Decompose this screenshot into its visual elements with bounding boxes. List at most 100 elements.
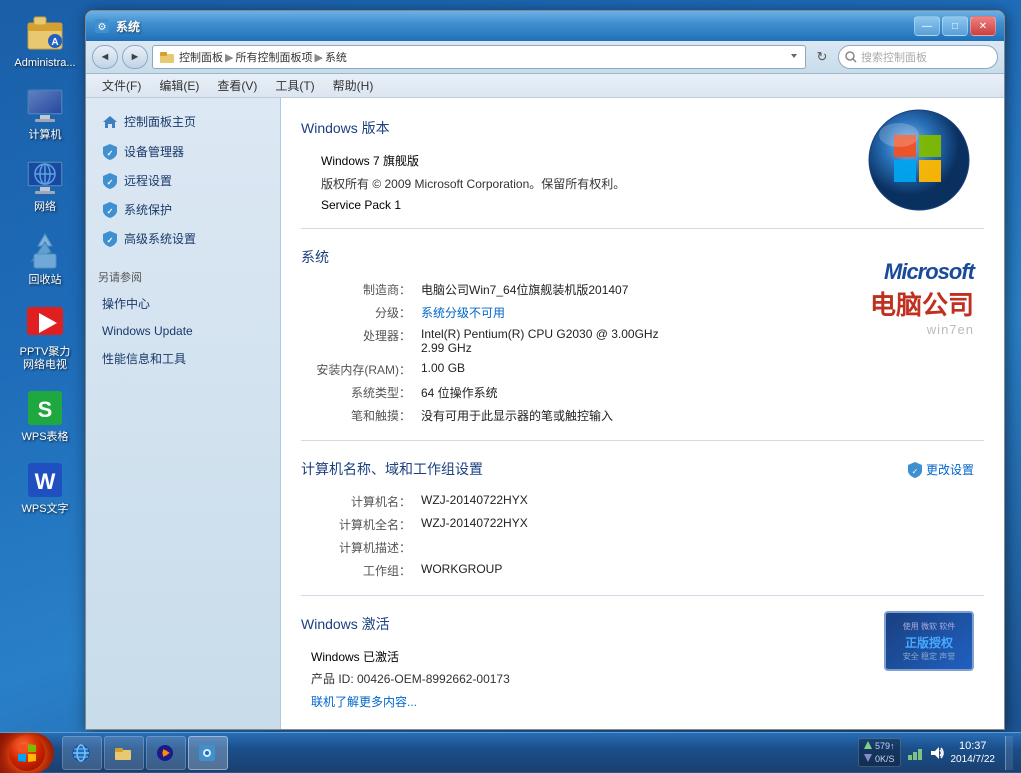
menu-file[interactable]: 文件(F)	[94, 75, 149, 96]
sidebar-home-label: 控制面板主页	[124, 113, 196, 130]
shield-icon-4: ✓	[102, 231, 118, 247]
tray-volume-icon[interactable]	[929, 745, 945, 761]
wps-table-icon: S	[25, 388, 65, 428]
desktop-icon-recycle[interactable]: 回收站	[10, 227, 80, 291]
label-workgroup: 工作组：	[311, 562, 421, 579]
ms-brand-sub2: win7en	[834, 322, 974, 337]
change-settings-shield-icon: ✓	[908, 462, 922, 478]
svg-text:A: A	[51, 37, 58, 48]
address-bar[interactable]: 控制面板 ▶ 所有控制面板项 ▶ 系统	[152, 45, 806, 69]
label-touch: 笔和触摸：	[311, 407, 421, 424]
show-desktop-button[interactable]	[1005, 736, 1013, 770]
activation-badge-area: 使用 微软 软件 正版授权 安全 稳定 声誉	[884, 611, 974, 671]
info-row-manufacturer: 制造商： 电脑公司Win7_64位旗舰装机版201407	[311, 281, 834, 298]
more-info-link[interactable]: 联机了解更多内容...	[311, 695, 417, 709]
see-also-title: 另请参阅	[86, 265, 280, 289]
taskbar-media-button[interactable]	[146, 736, 186, 770]
change-settings-link[interactable]: ✓ 更改设置	[908, 461, 974, 478]
desktop-icon-network[interactable]: 网络	[10, 154, 80, 218]
computer-icon	[25, 86, 65, 126]
address-bar-path: 控制面板 ▶ 所有控制面板项 ▶ 系统	[179, 49, 347, 65]
label-system-type: 系统类型：	[311, 384, 421, 401]
info-row-workgroup: 工作组： WORKGROUP	[311, 562, 908, 579]
minimize-button[interactable]: —	[914, 16, 940, 36]
sidebar-system-protection[interactable]: ✓ 系统保护	[90, 196, 276, 223]
sidebar-device-manager-label: 设备管理器	[124, 143, 184, 160]
taskbar-ie-button[interactable]	[62, 736, 102, 770]
info-row-computer-name: 计算机名： WZJ-20140722HYX	[311, 493, 908, 510]
network-download-speed: 0K/S	[875, 754, 895, 764]
menu-view[interactable]: 查看(V)	[209, 75, 265, 96]
label-description: 计算机描述：	[311, 539, 421, 556]
ms-brand-text: Microsoft	[834, 259, 974, 285]
svg-text:W: W	[35, 469, 56, 494]
sidebar-control-panel-home[interactable]: 控制面板主页	[90, 107, 276, 136]
info-row-touch: 笔和触摸： 没有可用于此显示器的笔或触控输入	[311, 407, 834, 424]
value-rating[interactable]: 系统分级不可用	[421, 304, 834, 321]
activation-badge-line3: 安全 稳定 声誉	[903, 651, 955, 662]
svg-text:⚙: ⚙	[98, 22, 107, 33]
sidebar-action-center-label: 操作中心	[102, 295, 150, 312]
computer-heading: 计算机名称、域和工作组设置	[301, 459, 908, 483]
pptv-icon	[25, 303, 65, 343]
menu-help[interactable]: 帮助(H)	[325, 75, 382, 96]
start-button[interactable]	[0, 733, 54, 773]
value-workgroup: WORKGROUP	[421, 562, 908, 579]
administrator-label: Administra...	[14, 57, 75, 70]
main-content-area: Windows 版本 Windows 7 旗舰版 版权所有 © 2009 Mic…	[281, 98, 1004, 729]
sidebar-advanced-settings[interactable]: ✓ 高级系统设置	[90, 225, 276, 252]
path-part-1: 控制面板	[179, 49, 223, 65]
system-tray: 579↑ 0K/S	[850, 736, 1021, 770]
desktop-icon-wps-table[interactable]: S WPS表格	[10, 384, 80, 448]
value-ram: 1.00 GB	[421, 361, 834, 378]
windows-version-heading: Windows 版本	[301, 118, 854, 142]
close-button[interactable]: ✕	[970, 16, 996, 36]
search-box[interactable]: 搜索控制面板	[838, 45, 998, 69]
sidebar-remote-settings-label: 远程设置	[124, 172, 172, 189]
info-row-system-type: 系统类型： 64 位操作系统	[311, 384, 834, 401]
path-sep-1: ▶	[225, 51, 233, 64]
window-controls: — □ ✕	[914, 16, 996, 36]
volume-icon	[929, 745, 945, 761]
desktop-icon-administrator[interactable]: A Administra...	[10, 10, 80, 74]
sidebar-device-manager[interactable]: ✓ 设备管理器	[90, 138, 276, 165]
desktop-icon-area: A Administra...	[10, 0, 80, 521]
forward-button[interactable]: ►	[122, 45, 148, 69]
path-sep-2: ▶	[314, 51, 322, 64]
sidebar-performance-info[interactable]: 性能信息和工具	[90, 345, 276, 372]
taskbar-control-panel-button[interactable]	[188, 736, 228, 770]
windows-version-section: Windows 版本 Windows 7 旗舰版 版权所有 © 2009 Mic…	[301, 110, 984, 218]
label-computer-name: 计算机名：	[311, 493, 421, 510]
path-part-3: 系统	[325, 49, 347, 65]
desktop-icon-pptv[interactable]: PPTV聚力 网络电视	[10, 299, 80, 376]
dropdown-arrow-icon	[789, 51, 799, 61]
taskbar: 579↑ 0K/S	[0, 732, 1021, 772]
sidebar-action-center[interactable]: 操作中心	[90, 290, 276, 317]
back-button[interactable]: ◄	[92, 45, 118, 69]
sidebar-windows-update-label: Windows Update	[102, 324, 193, 338]
info-row-rating: 分级： 系统分级不可用	[311, 304, 834, 321]
desktop-icon-wps-writer[interactable]: W WPS文字	[10, 456, 80, 520]
scroll-container: Windows 版本 Windows 7 旗舰版 版权所有 © 2009 Mic…	[281, 98, 1004, 729]
pptv-label: PPTV聚力 网络电视	[14, 346, 76, 372]
shield-icon-3: ✓	[102, 202, 118, 218]
tray-time: 10:37	[951, 739, 996, 753]
recycle-icon	[25, 231, 65, 271]
wps-table-label: WPS表格	[21, 431, 68, 444]
maximize-button[interactable]: □	[942, 16, 968, 36]
menu-tools[interactable]: 工具(T)	[267, 75, 322, 96]
menu-edit[interactable]: 编辑(E)	[151, 75, 207, 96]
control-panel-icon	[197, 743, 217, 763]
activation-badge-image: 使用 微软 软件 正版授权 安全 稳定 声誉	[884, 611, 974, 671]
network-upload-speed: 579↑	[875, 741, 895, 751]
upload-arrow-icon	[864, 741, 872, 749]
windows-edition: Windows 7 旗舰版	[321, 152, 854, 169]
refresh-button[interactable]: ↻	[810, 45, 834, 69]
sidebar-windows-update[interactable]: Windows Update	[90, 319, 276, 343]
sidebar-remote-settings[interactable]: ✓ 远程设置	[90, 167, 276, 194]
tray-clock[interactable]: 10:37 2014/7/22	[951, 739, 996, 766]
desktop-icon-computer[interactable]: 计算机	[10, 82, 80, 146]
taskbar-folder-button[interactable]	[104, 736, 144, 770]
svg-text:✓: ✓	[912, 467, 919, 476]
tray-network-icon[interactable]	[907, 745, 923, 761]
